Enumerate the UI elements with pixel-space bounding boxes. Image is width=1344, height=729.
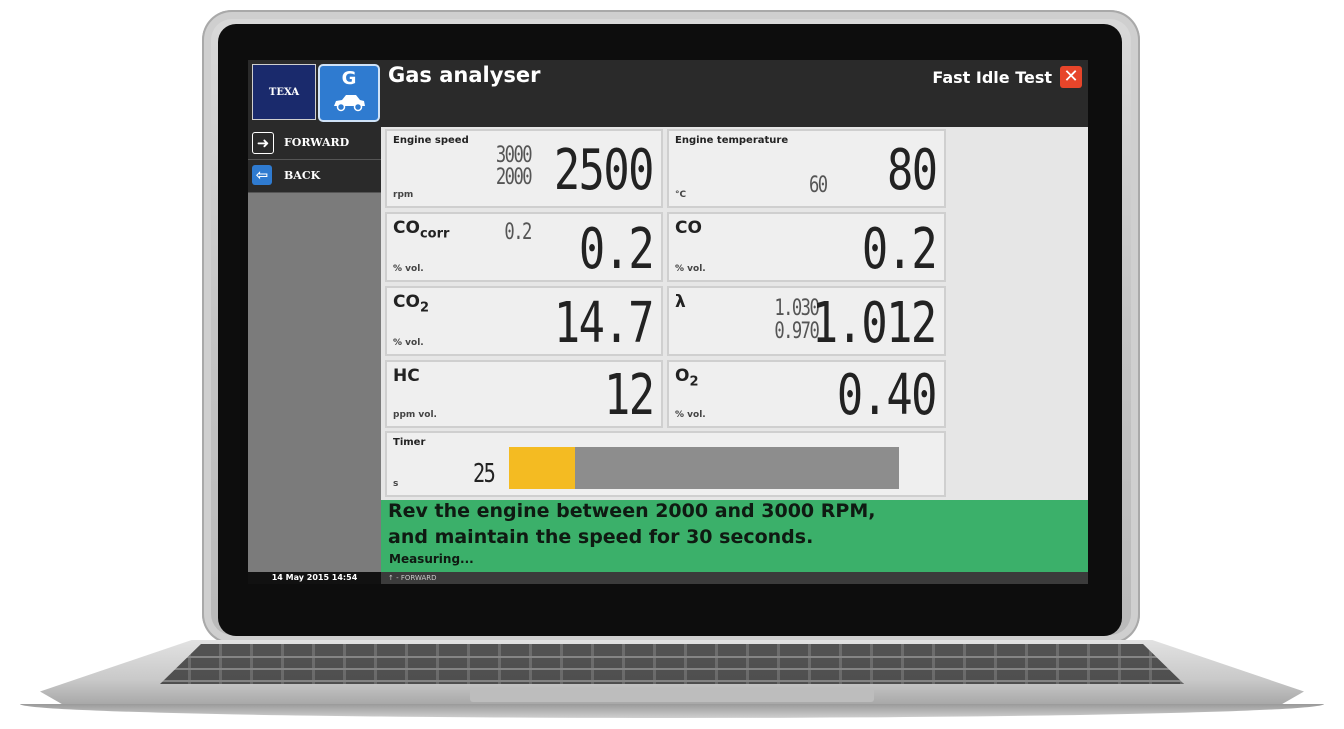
close-icon: ✕ [1063, 66, 1079, 87]
arrow-left-icon: ⇦ [252, 165, 272, 185]
co-corr-label: COcorr [393, 218, 450, 242]
o2-unit: % vol. [675, 410, 706, 420]
engine-temp-min: 60 [808, 173, 827, 198]
engine-speed-min: 2000 [495, 165, 533, 190]
co2-value: 14.7 [554, 291, 655, 356]
instruction-line-1: Rev the engine between 2000 and 3000 RPM… [388, 500, 876, 522]
timer-value: 25 [472, 459, 496, 489]
instruction-line-2: and maintain the speed for 30 seconds. [388, 526, 814, 548]
laptop-trackpad [470, 688, 874, 702]
co-corr-ref: 0.2 [504, 220, 533, 245]
test-name: Fast Idle Test [932, 68, 1052, 87]
engine-speed-max: 3000 [495, 143, 533, 168]
engine-temp-value: 80 [886, 138, 938, 203]
timer-progress-bar [509, 447, 899, 489]
sidebar-item-label: FORWARD [284, 136, 350, 149]
hc-unit: ppm vol. [393, 410, 437, 420]
engine-temp-panel: Engine temperature °C 60 80 [667, 129, 946, 208]
co-value: 0.2 [861, 217, 938, 282]
close-button[interactable]: ✕ [1060, 66, 1082, 88]
laptop-keyboard [160, 644, 1184, 684]
engine-temp-label: Engine temperature [675, 135, 789, 146]
hc-panel: HC ppm vol. 12 [385, 360, 663, 428]
co2-panel: CO2 % vol. 14.7 [385, 286, 663, 356]
module-letter: G [341, 68, 357, 89]
o2-panel: O2 % vol. 0.40 [667, 360, 946, 428]
gas-module-logo: G [318, 64, 380, 122]
engine-speed-value: 2500 [554, 138, 655, 203]
hc-value: 12 [603, 363, 655, 428]
lambda-value: 1.012 [812, 291, 937, 356]
laptop-foot [20, 704, 1324, 718]
measuring-status: Measuring... [389, 552, 474, 566]
o2-label: O2 [675, 366, 699, 390]
hc-label: HC [393, 366, 420, 386]
sidebar-item-forward[interactable]: ➜ FORWARD [248, 127, 381, 160]
co-corr-unit: % vol. [393, 264, 424, 274]
timer-panel: Timer s 25 [385, 431, 946, 497]
texa-logo: TEXA [252, 64, 316, 120]
co2-label: CO2 [393, 292, 429, 316]
arrow-right-icon: ➜ [252, 132, 274, 154]
datetime: 14 May 2015 14:54 [248, 572, 381, 584]
lambda-panel: λ 1.030 0.970 1.012 [667, 286, 946, 356]
instruction-message: Rev the engine between 2000 and 3000 RPM… [381, 500, 1088, 572]
engine-speed-label: Engine speed [393, 135, 469, 146]
co2-unit: % vol. [393, 338, 424, 348]
sidebar: ➜ FORWARD ⇦ BACK [248, 127, 381, 572]
timer-progress-fill [509, 447, 576, 489]
co-label: CO [675, 218, 702, 238]
co-corr-panel: COcorr % vol. 0.2 0.2 [385, 212, 663, 282]
sidebar-item-label: BACK [284, 169, 321, 182]
co-corr-value: 0.2 [578, 217, 655, 282]
title-bar: TEXA G Gas analyser Fast Idle Test ✕ [248, 60, 1088, 127]
timer-unit: s [393, 479, 399, 489]
co-panel: CO % vol. 0.2 [667, 212, 946, 282]
co-unit: % vol. [675, 264, 706, 274]
lambda-label: λ [675, 292, 686, 312]
timer-label: Timer [393, 437, 426, 448]
sidebar-item-back[interactable]: ⇦ BACK [248, 160, 381, 193]
car-icon [334, 95, 365, 112]
status-bar: 14 May 2015 14:54 ↑ - FORWARD [248, 572, 1088, 584]
keyboard-hint: ↑ - FORWARD [388, 574, 437, 582]
engine-speed-panel: Engine speed rpm 3000 2000 2500 [385, 129, 663, 208]
app-screen: TEXA G Gas analyser Fast Idle Test ✕ ➜ F… [248, 60, 1088, 584]
engine-temp-unit: °C [675, 190, 687, 200]
o2-value: 0.40 [837, 363, 938, 428]
engine-speed-unit: rpm [393, 190, 414, 200]
page-title: Gas analyser [388, 63, 541, 87]
